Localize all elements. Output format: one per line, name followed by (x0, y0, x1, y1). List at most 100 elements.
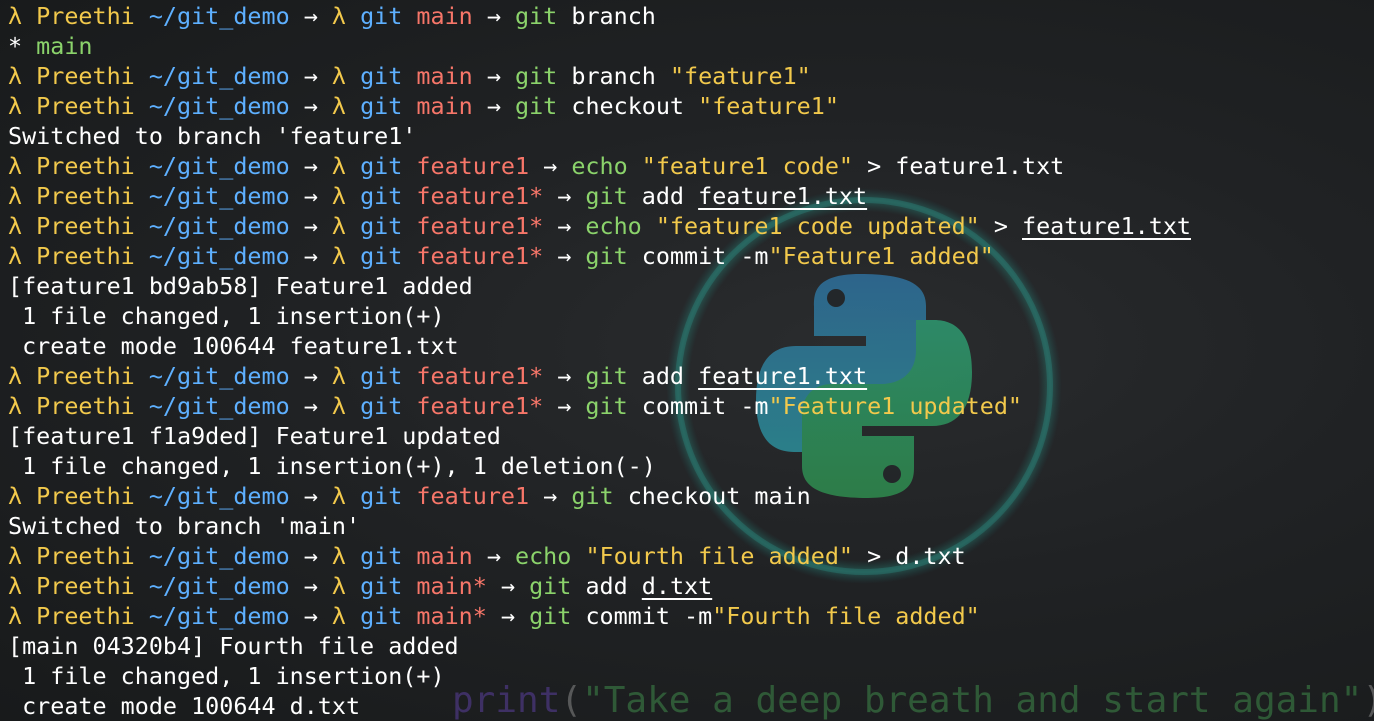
line-token: → (472, 92, 516, 120)
prompt-line: λ Preethi ~/git_demo → λ git feature1* →… (8, 391, 1374, 421)
line-token: git (585, 362, 642, 390)
line-token: λ (331, 482, 361, 510)
file-path-link[interactable]: feature1.txt (1022, 212, 1191, 240)
line-token: commit -m (585, 602, 713, 630)
line-token: main* (416, 572, 487, 600)
line-token: ~/git_demo (148, 2, 290, 30)
file-path-link[interactable]: feature1.txt (698, 362, 867, 390)
line-token: git (360, 572, 417, 600)
line-token: ~/git_demo (148, 62, 290, 90)
line-token: * (8, 32, 37, 60)
prompt-line: λ Preethi ~/git_demo → λ git feature1* →… (8, 181, 1374, 211)
line-token: → (486, 602, 530, 630)
line-token: main (416, 92, 473, 120)
line-token: λ Preethi (8, 92, 149, 120)
line-token: git (529, 572, 586, 600)
line-token: → (472, 62, 516, 90)
line-token: → (543, 212, 586, 240)
prompt-line: λ Preethi ~/git_demo → λ git main* → git… (8, 571, 1374, 601)
line-token: λ (331, 572, 361, 600)
output-line: [feature1 f1a9ded] Feature1 updated (8, 421, 1374, 451)
line-token: "Feature1 added" (768, 242, 994, 270)
line-token: > (979, 212, 1022, 240)
line-token: git (360, 152, 417, 180)
line-token: branch (571, 62, 670, 90)
line-token: λ Preethi (8, 2, 149, 30)
line-token: git (360, 62, 417, 90)
line-token: → (543, 182, 586, 210)
line-token: → (472, 2, 516, 30)
line-token: echo (571, 152, 642, 180)
line-token: Switched to branch 'feature1' (8, 122, 417, 150)
line-token: ~/git_demo (148, 242, 290, 270)
line-token: → (289, 182, 332, 210)
output-line: Switched to branch 'feature1' (8, 121, 1374, 151)
line-token: → (289, 92, 332, 120)
line-token: git (360, 362, 417, 390)
output-line: [main 04320b4] Fourth file added (8, 631, 1374, 661)
line-token: 1 file changed, 1 insertion(+), 1 deleti… (8, 452, 656, 480)
line-token: > feature1.txt (853, 152, 1065, 180)
line-token: create mode 100644 feature1.txt (8, 332, 459, 360)
terminal-window[interactable]: print("Take a deep breath and start agai… (0, 0, 1374, 721)
line-token: λ Preethi (8, 242, 149, 270)
output-line: Switched to branch 'main' (8, 511, 1374, 541)
line-token: git (515, 92, 572, 120)
line-token: λ Preethi (8, 482, 149, 510)
line-token: git (585, 242, 642, 270)
line-token: λ Preethi (8, 152, 149, 180)
line-token: → (289, 2, 332, 30)
line-token: → (289, 212, 332, 240)
line-token: main* (416, 602, 487, 630)
line-token: git (360, 392, 417, 420)
line-token: feature1 (416, 482, 530, 510)
prompt-line: λ Preethi ~/git_demo → λ git main* → git… (8, 601, 1374, 631)
line-token: feature1* (416, 242, 544, 270)
line-token: λ (331, 92, 361, 120)
file-path-link[interactable]: feature1.txt (698, 182, 867, 210)
line-token: ~/git_demo (148, 182, 290, 210)
line-token: feature1* (416, 362, 544, 390)
line-token: "Fourth file added" (712, 602, 980, 630)
line-token: main (416, 62, 473, 90)
line-token: → (543, 242, 586, 270)
line-token: ~/git_demo (148, 572, 290, 600)
output-line: create mode 100644 feature1.txt (8, 331, 1374, 361)
line-token: 1 file changed, 1 insertion(+) (8, 662, 445, 690)
prompt-line: λ Preethi ~/git_demo → λ git feature1 → … (8, 481, 1374, 511)
line-token: "Feature1 updated" (768, 392, 1022, 420)
line-token: add (641, 182, 699, 210)
prompt-line: λ Preethi ~/git_demo → λ git main → git … (8, 91, 1374, 121)
line-token: git (515, 62, 572, 90)
line-token: λ (331, 242, 361, 270)
line-token: λ (331, 182, 361, 210)
line-token: → (289, 572, 332, 600)
line-token: → (289, 62, 332, 90)
prompt-line: λ Preethi ~/git_demo → λ git feature1 → … (8, 151, 1374, 181)
line-token: "feature1 code updated" (655, 212, 980, 240)
line-token: λ Preethi (8, 182, 149, 210)
line-token: ~/git_demo (148, 362, 290, 390)
line-token: → (543, 362, 586, 390)
line-token: git (360, 242, 417, 270)
file-path-link[interactable]: d.txt (642, 572, 712, 600)
line-token: "feature1" (669, 62, 811, 90)
line-token: λ (331, 392, 361, 420)
line-token: branch (571, 2, 656, 30)
line-token: → (289, 242, 332, 270)
line-token: add (641, 362, 699, 390)
line-token: main (416, 542, 473, 570)
line-token: λ Preethi (8, 602, 149, 630)
prompt-line: λ Preethi ~/git_demo → λ git main → git … (8, 1, 1374, 31)
prompt-line: λ Preethi ~/git_demo → λ git feature1* →… (8, 241, 1374, 271)
line-token: checkout (571, 92, 699, 120)
line-token: λ (331, 542, 361, 570)
line-token: checkout main (627, 482, 811, 510)
line-token: git (529, 602, 586, 630)
prompt-line: λ Preethi ~/git_demo → λ git main → echo… (8, 541, 1374, 571)
line-token: → (289, 602, 332, 630)
line-token: ~/git_demo (148, 482, 290, 510)
line-token: 1 file changed, 1 insertion(+) (8, 302, 445, 330)
line-token: > d.txt (853, 542, 966, 570)
line-token: λ (331, 362, 361, 390)
